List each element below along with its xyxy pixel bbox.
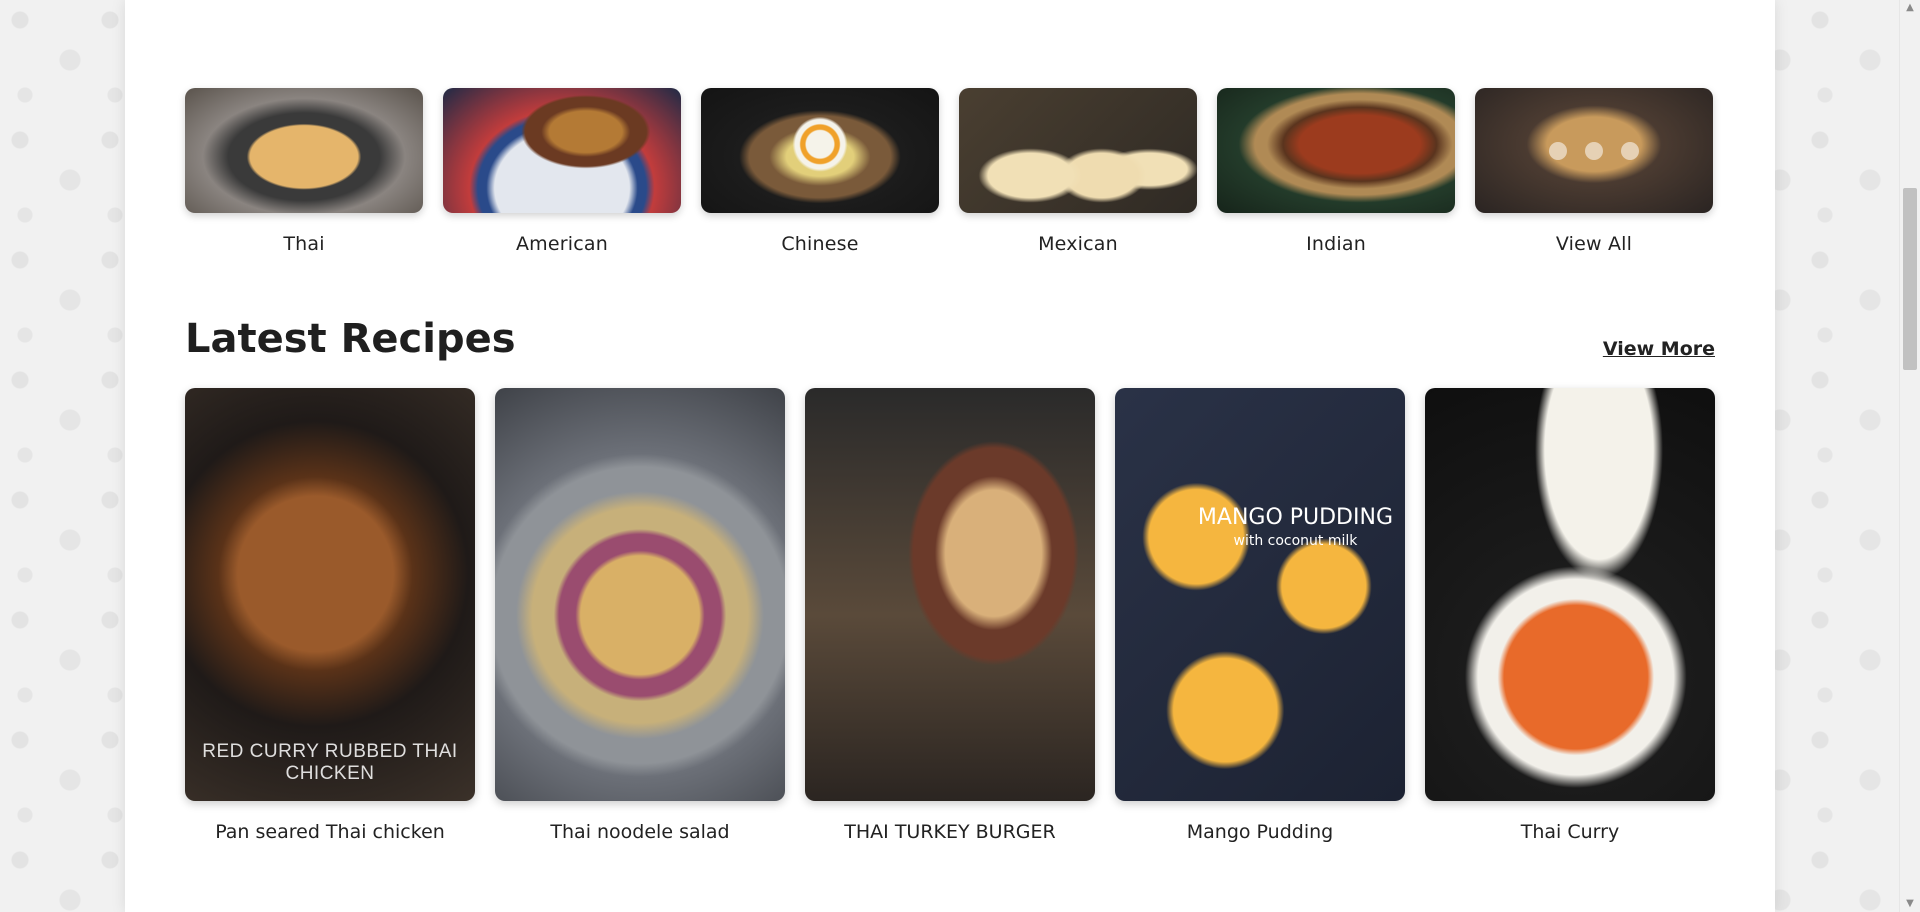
recipe-image[interactable] (805, 388, 1095, 801)
scroll-down-icon[interactable]: ▼ (1900, 896, 1920, 912)
recipe-card[interactable]: MANGO PUDDING with coconut milk Mango Pu… (1115, 388, 1405, 843)
dot-icon (1549, 141, 1567, 160)
category-american[interactable]: American (443, 88, 681, 255)
page-container: Thai American Chinese Mexican Indian Vie… (125, 0, 1775, 912)
scrollbar-thumb[interactable] (1903, 188, 1917, 370)
recipe-card[interactable]: Thai Curry (1425, 388, 1715, 843)
scroll-up-icon[interactable]: ▲ (1900, 0, 1920, 16)
recipe-image[interactable]: RED CURRY RUBBED THAI CHICKEN (185, 388, 475, 801)
vertical-scrollbar[interactable]: ▲ ▼ (1899, 0, 1920, 912)
category-label: American (515, 233, 609, 255)
recipe-list: RED CURRY RUBBED THAI CHICKEN Pan seared… (185, 388, 1715, 843)
dot-icon (1621, 141, 1639, 160)
section-title: Latest Recipes (185, 316, 516, 362)
category-label: Mexican (1038, 233, 1118, 255)
category-label: Indian (1306, 233, 1366, 255)
recipe-title: THAI TURKEY BURGER (844, 821, 1056, 843)
recipe-card[interactable]: Thai noodele salad (495, 388, 785, 843)
dot-icon (1585, 141, 1603, 160)
recipe-image-subtitle: with coconut milk (1233, 533, 1358, 550)
category-view-all[interactable]: View All (1475, 88, 1713, 255)
recipe-image[interactable] (495, 388, 785, 801)
category-chinese[interactable]: Chinese (701, 88, 939, 255)
recipe-image-title-text: MANGO PUDDING (1197, 505, 1393, 530)
recipe-card[interactable]: THAI TURKEY BURGER (805, 388, 1095, 843)
category-thai[interactable]: Thai (185, 88, 423, 255)
category-label: View All (1555, 233, 1633, 255)
category-view-all-image[interactable] (1475, 88, 1713, 213)
carousel-dots (1549, 141, 1639, 160)
category-mexican-image[interactable] (959, 88, 1197, 213)
category-list: Thai American Chinese Mexican Indian Vie… (185, 88, 1715, 255)
recipe-image-caption: RED CURRY RUBBED THAI CHICKEN (202, 741, 458, 784)
category-label: Thai (283, 233, 325, 255)
recipe-image-title: MANGO PUDDING with coconut milk (1197, 505, 1393, 550)
category-label: Chinese (781, 233, 859, 255)
recipe-title: Pan seared Thai chicken (215, 821, 445, 843)
view-more-link[interactable]: View More (1603, 338, 1715, 360)
recipe-title: Thai noodele salad (550, 821, 730, 843)
recipe-image[interactable]: MANGO PUDDING with coconut milk (1115, 388, 1405, 801)
recipe-title: Thai Curry (1520, 821, 1620, 843)
category-indian[interactable]: Indian (1217, 88, 1455, 255)
recipe-image[interactable] (1425, 388, 1715, 801)
category-chinese-image[interactable] (701, 88, 939, 213)
category-mexican[interactable]: Mexican (959, 88, 1197, 255)
category-indian-image[interactable] (1217, 88, 1455, 213)
recipe-title: Mango Pudding (1186, 821, 1334, 843)
category-american-image[interactable] (443, 88, 681, 213)
recipe-card[interactable]: RED CURRY RUBBED THAI CHICKEN Pan seared… (185, 388, 475, 843)
category-thai-image[interactable] (185, 88, 423, 213)
